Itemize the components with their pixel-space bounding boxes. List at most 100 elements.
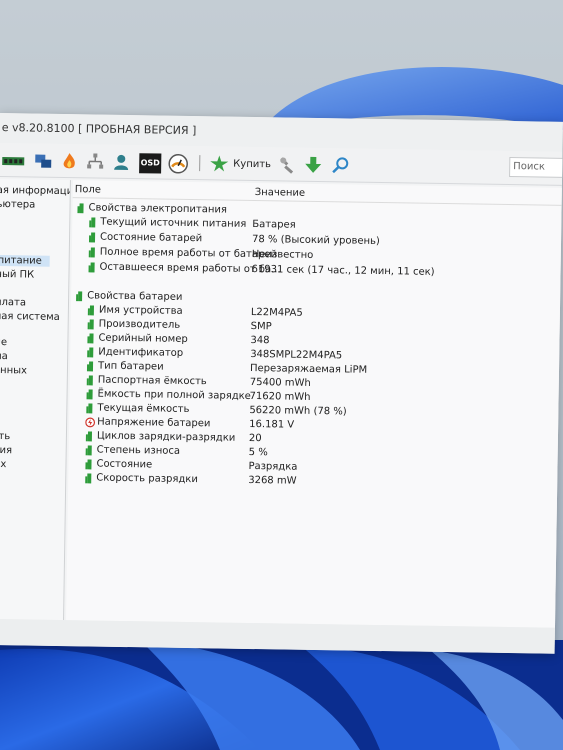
battery-icon [88,262,95,273]
row-field: Напряжение батареи [97,416,211,430]
sidebar: ая информация ьютера питание ный ПК плат… [0,178,71,621]
battery-icon [85,459,92,470]
row-value: Неизвестно [251,248,314,261]
sidebar-item-9[interactable]: анных [0,365,27,377]
row-field: Паспортная ёмкость [97,374,207,388]
row-value: Перезаряжаемая LiPM [249,362,368,376]
window-title: e v8.20.8100 [ ПРОБНАЯ ВЕРСИЯ ] [1,121,197,138]
row-field: Степень износа [96,444,181,457]
battery-icon [85,431,93,442]
row-value: 3268 mW [248,474,297,487]
battery-icon [88,247,95,258]
sidebar-item-13[interactable]: ых [0,459,6,470]
row-value: SMP [250,320,272,333]
sidebar-item-8[interactable]: ма [0,351,8,362]
sidebar-item-power[interactable]: питание [0,254,50,267]
group-label: Свойства электропитания [88,202,228,216]
search-placeholder: Поиск [513,161,545,173]
battery-icon [87,333,94,344]
sidebar-item-label: ие [0,336,8,349]
sidebar-item-label: ьютера [0,198,36,211]
tools-icon[interactable] [277,155,297,174]
row-field: Имя устройства [98,304,183,317]
row-value: 16.181 V [249,418,295,431]
search-input[interactable]: Поиск [509,157,563,178]
battery-icon [87,347,94,358]
app-window: e v8.20.8100 [ ПРОБНАЯ ВЕРСИЯ ] OSD Купи… [0,113,563,654]
battery-icon [86,403,93,414]
row-value: Разрядка [248,460,298,473]
sidebar-item-os[interactable]: ная система [0,311,60,323]
battery-icon [76,291,83,302]
sidebar-item-label: плата [0,296,27,309]
battery-icon [85,445,92,456]
battery-icon [86,375,93,386]
column-header-value[interactable]: Значение [255,187,305,199]
osd-icon[interactable]: OSD [139,153,162,174]
sidebar-item-7[interactable]: ие [0,337,7,348]
sidebar-item-label: анных [0,364,28,377]
sidebar-item-label: питание [0,254,42,267]
sidebar-item-label: ая информация [0,184,71,198]
row-value: 75400 mWh [249,376,311,389]
fire-icon[interactable] [59,152,79,170]
group-label: Свойства батареи [87,290,183,303]
column-header-field[interactable]: Поле [75,184,101,195]
row-field: Скорость разрядки [96,472,198,486]
voltage-icon [85,417,96,428]
toolbar-separator [199,155,201,172]
row-field: Ёмкость при полной зарядке [97,388,251,402]
battery-icon [87,305,94,316]
battery-icon [77,203,84,214]
user-icon[interactable] [111,153,131,171]
row-field: Тип батареи [97,360,164,373]
battery-icon [86,361,94,372]
row-field: Состояние [96,458,153,471]
row-field: Циклов зарядки-разрядки [96,430,236,444]
sidebar-item-11[interactable]: сть [0,431,10,442]
sidebar-item-label: ция [0,444,13,457]
row-value: 20 [248,432,262,445]
buy-icon[interactable] [209,154,229,172]
battery-icon [85,473,92,484]
row-field: Текущая ёмкость [97,402,190,416]
row-value: L22M4PA5 [250,306,303,319]
sidebar-item-label: ный ПК [0,268,35,281]
battery-icon [86,389,93,400]
network-icon[interactable] [33,152,53,170]
row-value: 348SMPL22M4PA5 [250,348,343,362]
download-icon[interactable] [303,156,323,174]
sidebar-item-motherboard[interactable]: плата [0,297,26,308]
row-value: 348 [250,334,270,347]
row-value: 61931 сек (17 час., 12 мин, 11 сек) [251,263,435,278]
row-field: Производитель [98,318,181,331]
row-field: Серийный номер [98,332,188,345]
sidebar-item-summary[interactable]: ая информация [0,185,71,197]
sidebar-item-portable-pc[interactable]: ный ПК [0,269,34,281]
row-field: Полное время работы от батарей [99,246,278,261]
row-value: 71620 mWh [249,390,311,403]
osd-label: OSD [140,158,160,168]
row-value: 78 % (Высокий уровень) [251,233,380,247]
sidebar-item-label: ная система [0,310,60,323]
battery-icon [87,319,94,330]
row-field: Идентификатор [98,346,184,359]
row-field: Текущий источник питания [100,216,247,230]
gauge-icon[interactable] [167,154,189,174]
memory-icon[interactable] [1,151,25,169]
sidebar-item-computer[interactable]: ьютера [0,199,35,211]
sidebar-item-label: сть [0,430,11,443]
sidebar-item-12[interactable]: ция [0,445,12,456]
sidebar-item-label: ма [0,350,8,363]
buy-button[interactable]: Купить [233,159,271,171]
row-value: Батарея [252,218,296,231]
battery-icon [88,232,96,243]
row-field: Состояние батарей [99,231,203,245]
network-tree-icon[interactable] [85,152,105,170]
search-icon[interactable] [331,156,351,174]
details-panel: Поле Значение Свойства электропитания Те… [66,180,563,628]
row-value: 56220 mWh (78 %) [249,404,347,418]
battery-icon [89,217,96,228]
row-value: 5 % [248,446,268,459]
sidebar-item-label: ых [0,458,7,471]
